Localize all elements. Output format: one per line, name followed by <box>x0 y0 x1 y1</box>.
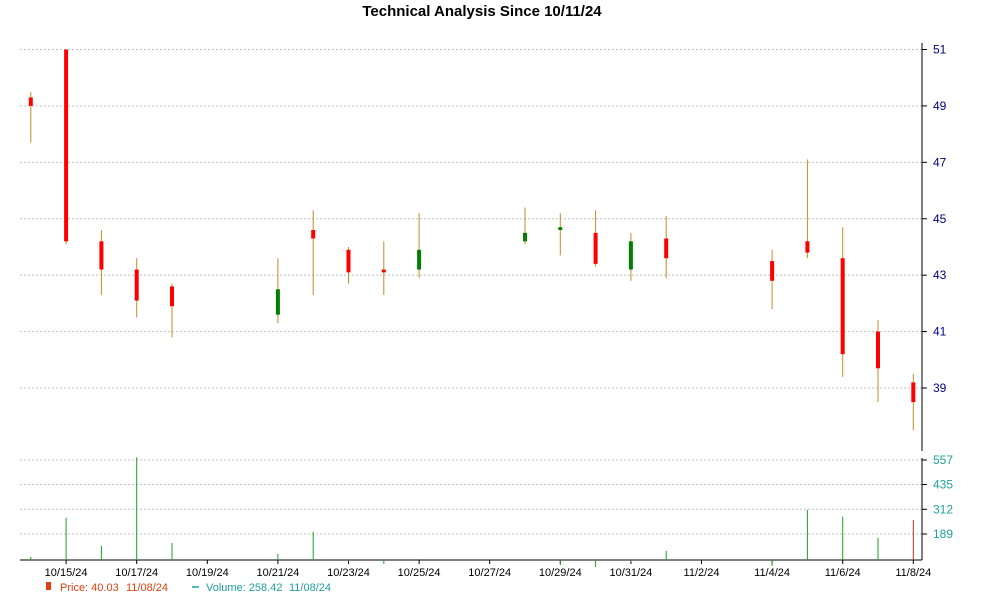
candle-body <box>770 261 775 281</box>
volume-legend-date: 11/08/24 <box>289 582 331 594</box>
candle-body <box>28 97 33 106</box>
candle-body <box>134 269 139 301</box>
volume-tick-label: 435 <box>933 478 953 492</box>
volume-grid <box>20 459 922 535</box>
x-tick-label: 10/27/24 <box>468 567 511 579</box>
candle-body <box>876 331 880 369</box>
candle <box>99 230 104 295</box>
volume-axis: 189 312 435 557 <box>922 453 953 541</box>
candle-body <box>911 382 916 403</box>
candle-body <box>840 258 845 355</box>
candle <box>170 283 174 338</box>
price-legend-swatch <box>46 582 51 590</box>
price-legend-date: 11/08/24 <box>126 582 168 594</box>
volume-tick-label: 189 <box>933 527 953 541</box>
candle-body <box>628 241 633 270</box>
candle-body <box>311 230 316 239</box>
candle <box>911 373 916 431</box>
candle <box>417 213 422 278</box>
candle <box>28 91 33 143</box>
candle-body <box>170 286 174 307</box>
candle <box>346 246 351 284</box>
candle-body <box>99 241 104 270</box>
price-tick-label: 45 <box>933 212 947 226</box>
candle <box>664 215 669 278</box>
price-tick-label: 41 <box>933 325 947 339</box>
candle-body <box>381 269 386 273</box>
x-tick-label: 10/29/24 <box>539 567 582 579</box>
x-tick-label: 11/6/24 <box>825 567 861 579</box>
candle-body <box>346 249 351 273</box>
x-tick-label: 10/17/24 <box>115 567 158 579</box>
price-tick-label: 39 <box>933 381 947 395</box>
candle <box>805 159 810 259</box>
candle <box>840 227 845 377</box>
legend: Price: 40.03 11/08/24 Volume: 258.42 11/… <box>46 582 331 594</box>
candle <box>628 232 633 281</box>
candle-body <box>275 289 280 315</box>
candle-body <box>523 232 527 242</box>
candle-body <box>64 49 69 242</box>
candle-body <box>593 232 598 264</box>
candle-body <box>558 227 563 231</box>
volume-tick-label: 312 <box>933 502 953 516</box>
candle-body <box>805 241 810 253</box>
volume-legend-label: Volume: 258.42 <box>206 582 282 594</box>
x-tick-label: 10/31/24 <box>609 567 652 579</box>
candlestick-series <box>28 49 916 431</box>
candle <box>311 210 316 295</box>
candle-body <box>664 238 669 259</box>
price-grid <box>20 49 922 389</box>
candle <box>381 241 386 295</box>
chart-title: Technical Analysis Since 10/11/24 <box>362 3 602 20</box>
x-tick-label: 10/25/24 <box>398 567 441 579</box>
candle-body <box>417 249 422 270</box>
price-axis: 39 41 43 45 47 49 51 <box>922 43 947 395</box>
x-tick-label: 11/4/24 <box>754 567 790 579</box>
x-tick-label: 11/2/24 <box>684 567 720 579</box>
price-tick-label: 47 <box>933 155 947 169</box>
price-tick-label: 51 <box>933 43 947 57</box>
x-tick-label: 10/15/24 <box>45 567 88 579</box>
x-axis: 10/15/24 10/17/24 10/19/24 10/21/24 10/23/24… <box>45 560 931 579</box>
candle <box>275 258 280 324</box>
candle <box>876 320 880 403</box>
candle <box>558 213 563 256</box>
stock-chart: Technical Analysis Since 10/11/24 39 41 43… <box>20 3 953 594</box>
volume-series <box>30 457 914 567</box>
candle <box>64 49 69 245</box>
price-tick-label: 43 <box>933 268 947 282</box>
candle <box>770 249 775 310</box>
price-tick-label: 49 <box>933 99 947 113</box>
candle <box>134 258 139 318</box>
x-tick-label: 11/8/24 <box>895 567 931 579</box>
x-tick-label: 10/23/24 <box>327 567 370 579</box>
volume-tick-label: 557 <box>933 453 953 467</box>
candle <box>523 207 527 245</box>
x-tick-label: 10/21/24 <box>256 567 299 579</box>
x-tick-label: 10/19/24 <box>186 567 229 579</box>
price-legend-label: Price: 40.03 <box>60 582 119 594</box>
